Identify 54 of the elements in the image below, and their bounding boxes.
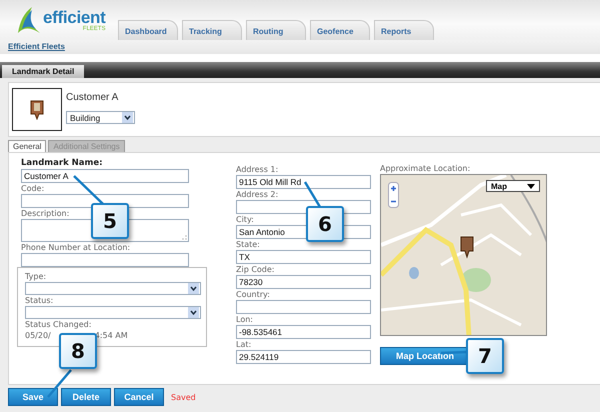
leader-line bbox=[303, 180, 322, 209]
nav-tab[interactable]: Routing bbox=[246, 20, 306, 40]
callout-number: 6 bbox=[306, 206, 344, 242]
field-label: Zip Code: bbox=[236, 264, 274, 275]
status-select[interactable] bbox=[25, 306, 201, 319]
breadcrumb-link[interactable]: Efficient Fleets bbox=[8, 42, 65, 51]
field-label: Lat: bbox=[236, 339, 252, 350]
resize-grip-icon bbox=[182, 235, 187, 240]
input-field[interactable]: 29.524119 bbox=[236, 350, 371, 364]
field-label: Address 2: bbox=[236, 189, 278, 200]
category-select[interactable]: Building bbox=[66, 111, 135, 124]
callout-number: 8 bbox=[59, 333, 97, 369]
status-date-text: 05/20/ bbox=[25, 330, 51, 341]
dropdown-arrow-icon bbox=[527, 184, 535, 188]
field-label: City: bbox=[236, 214, 254, 225]
field-label: Description: bbox=[21, 208, 70, 219]
field-label: Type: bbox=[25, 271, 46, 282]
map-type-select[interactable]: Map bbox=[486, 180, 540, 192]
leader-line bbox=[72, 174, 105, 206]
nav-tab[interactable]: Reports bbox=[374, 20, 434, 40]
input-field[interactable] bbox=[21, 253, 189, 267]
action-button[interactable]: Cancel bbox=[114, 388, 164, 406]
field-label: Phone Number at Location: bbox=[21, 242, 130, 253]
input-field[interactable]: Customer A bbox=[21, 169, 189, 183]
action-button[interactable]: Save bbox=[8, 388, 58, 406]
input-field[interactable] bbox=[236, 300, 371, 314]
input-field[interactable]: TX bbox=[236, 250, 371, 264]
field-label: State: bbox=[236, 239, 260, 250]
landmark-name: Customer A bbox=[66, 92, 120, 103]
logo-wordmark: efficient bbox=[43, 8, 106, 26]
nav-tab[interactable]: Dashboard bbox=[118, 20, 178, 40]
field-label: Landmark Name: bbox=[21, 158, 103, 169]
nav-tab[interactable]: Geofence bbox=[310, 20, 370, 40]
field-label: Lon: bbox=[236, 314, 253, 325]
action-button[interactable]: Delete bbox=[61, 388, 111, 406]
type-select[interactable] bbox=[25, 282, 201, 295]
swoosh-logo-icon bbox=[16, 5, 42, 35]
nav-tab[interactable]: Tracking bbox=[182, 20, 242, 40]
building-pin-icon bbox=[30, 100, 44, 120]
form-tab[interactable]: General bbox=[8, 140, 46, 152]
zoom-control-icon[interactable] bbox=[388, 182, 399, 208]
input-field[interactable]: -98.535461 bbox=[236, 325, 371, 339]
field-label: Code: bbox=[21, 183, 44, 194]
input-field[interactable]: 78230 bbox=[236, 275, 371, 289]
field-label: Country: bbox=[236, 289, 270, 300]
field-label: Address 1: bbox=[236, 164, 278, 175]
callout-number: 7 bbox=[466, 338, 504, 374]
input-field[interactable]: 9115 Old Mill Rd bbox=[236, 175, 371, 189]
leader-line bbox=[46, 368, 73, 399]
field-label: Status Changed: bbox=[25, 319, 92, 330]
field-label: Status: bbox=[25, 295, 54, 306]
field-label: Approximate Location: bbox=[380, 163, 470, 174]
callout-number: 5 bbox=[91, 203, 129, 239]
status-message: Saved bbox=[171, 392, 196, 402]
